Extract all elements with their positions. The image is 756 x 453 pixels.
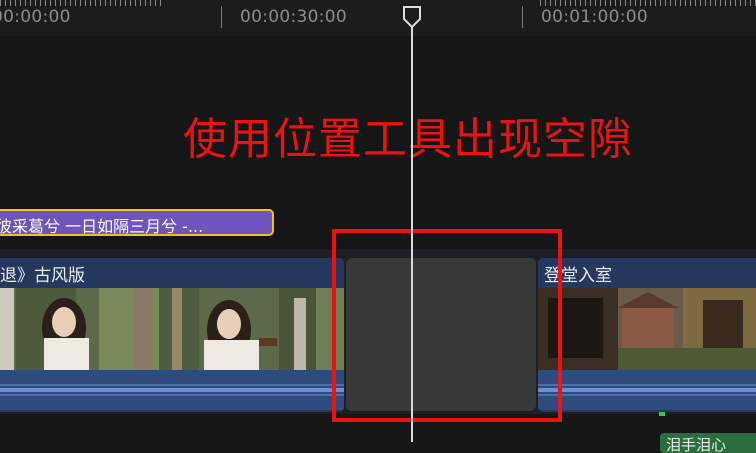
ruler-timecode: 00:00:30:00: [240, 7, 348, 27]
clip-right-thumbnails: [538, 288, 756, 370]
video-clip-left[interactable]: 退》古风版: [0, 258, 344, 412]
playhead-handle-icon[interactable]: [403, 6, 421, 28]
gap-highlight-frame: [332, 229, 562, 422]
filmstrip-thumbnails: [0, 288, 344, 370]
ruler-timecode: 00:00:00: [0, 7, 71, 27]
clip-left-thumbnails: [0, 288, 344, 370]
waveform-graphic: [0, 384, 344, 396]
timeline-ruler[interactable]: 00:00:00 00:00:30:00 00:01:00:00: [0, 0, 756, 36]
playhead-line[interactable]: [411, 22, 413, 442]
ruler-timecode: 00:01:00:00: [541, 7, 649, 27]
clip-left-audio-waveform: [0, 370, 344, 410]
title-clip[interactable]: 彼采葛兮 一日如隔三月兮 -...: [0, 209, 274, 236]
waveform-graphic: [538, 384, 756, 396]
clip-right-audio-waveform: [538, 370, 756, 410]
video-clip-right[interactable]: 登堂入室: [538, 258, 756, 412]
annotation-title: 使用位置工具出现空隙: [183, 114, 633, 165]
audio-clip[interactable]: 泪手泪心: [660, 433, 756, 453]
audio-clip-label: 泪手泪心: [666, 436, 727, 453]
title-clip-label: 彼采葛兮 一日如隔三月兮 -...: [0, 217, 204, 236]
ruler-major-tick: [221, 6, 222, 28]
audio-marker: [659, 412, 665, 416]
filmstrip-thumbnails: [538, 288, 756, 370]
ruler-minor-ticks: [0, 0, 165, 6]
clip-left-label: 退》古风版: [0, 266, 85, 286]
ruler-major-tick: [522, 6, 523, 28]
ruler-minor-ticks: [540, 0, 756, 6]
